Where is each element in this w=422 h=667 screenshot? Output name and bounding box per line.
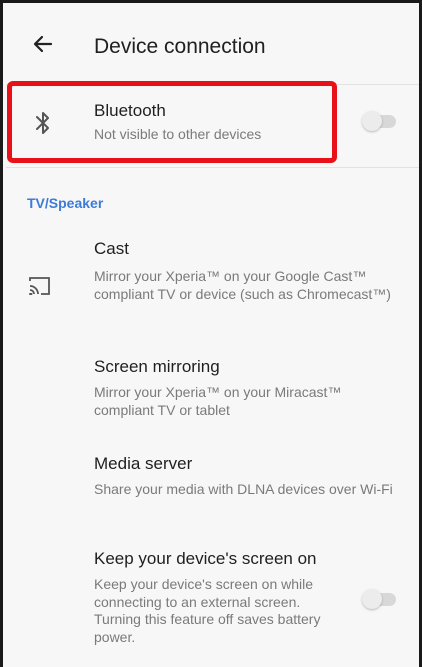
cast-summary: Mirror your Xperia™ on your Google Cast™… — [94, 268, 391, 302]
list-item-keep-screen-on[interactable]: Keep your device's screen on Keep your d… — [6, 540, 419, 667]
toggle-thumb — [362, 589, 382, 609]
media-server-summary: Share your media with DLNA devices over … — [94, 481, 393, 497]
list-item-cast[interactable]: Cast Mirror your Xperia™ on your Google … — [6, 233, 419, 335]
app-bar: Device connection — [6, 6, 419, 85]
bluetooth-toggle[interactable] — [362, 109, 400, 133]
screen-mirroring-title: Screen mirroring — [94, 357, 220, 376]
screen-frame: Device connection Bluetooth Not visible … — [0, 0, 422, 667]
toggle-thumb — [362, 111, 382, 131]
screen-mirroring-summary: Mirror your Xperia™ on your Miracast™ co… — [94, 384, 342, 418]
page-title: Device connection — [94, 35, 266, 58]
list-item-media-server[interactable]: Media server Share your media with DLNA … — [6, 445, 419, 529]
highlight-box — [7, 81, 337, 163]
keep-screen-on-summary: Keep your device's screen on while conne… — [94, 576, 321, 645]
arrow-back-icon[interactable] — [31, 32, 55, 56]
section-header-tv-speaker: TV/Speaker — [27, 195, 104, 211]
media-server-title: Media server — [94, 454, 193, 473]
cast-title: Cast — [94, 239, 129, 258]
cast-icon — [28, 275, 52, 297]
list-item-screen-mirroring[interactable]: Screen mirroring Mirror your Xperia™ on … — [6, 348, 419, 432]
keep-screen-on-toggle[interactable] — [362, 587, 400, 611]
keep-screen-on-title: Keep your device's screen on — [94, 549, 317, 568]
